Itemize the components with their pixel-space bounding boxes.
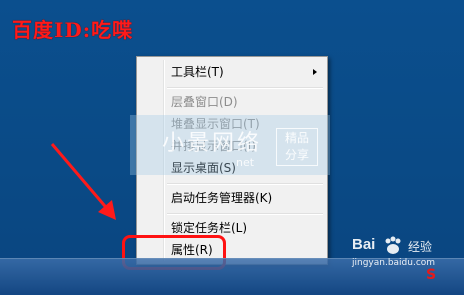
arrow-annotation-icon	[50, 143, 116, 220]
baidu-paw-icon	[385, 236, 401, 254]
baidu-url: jingyan.baidu.com	[352, 258, 436, 268]
menu-item-toolbars[interactable]: 工具栏(T)	[139, 61, 325, 83]
watermark-title: 百度ID:吃喋	[12, 18, 134, 42]
watermark-sub: net	[236, 156, 255, 169]
baidu-label: 经验	[408, 240, 433, 254]
watermark-brand: 小景网络	[162, 131, 263, 156]
menu-item-task-manager[interactable]: 启动任务管理器(K)	[139, 187, 325, 209]
menu-item-label: 层叠窗口(D)	[171, 95, 238, 109]
menu-item-label: 工具栏(T)	[171, 65, 224, 79]
menu-item-label: 锁定任务栏(L)	[171, 221, 248, 235]
menu-separator	[167, 183, 323, 185]
baidu-logo: Bai	[352, 236, 376, 253]
watermark-badge-line1: 精品	[284, 131, 309, 145]
menu-separator	[167, 87, 323, 89]
submenu-arrow-icon	[313, 69, 317, 75]
menu-item-label: 启动任务管理器(K)	[171, 191, 273, 205]
menu-item-cascade[interactable]: 层叠窗口(D)	[139, 91, 325, 113]
baidu-jingyan-watermark: Bai 经验 jingyan.baidu.com	[352, 236, 462, 272]
watermark-badge: 精品 分享	[276, 128, 318, 166]
menu-separator	[167, 213, 323, 215]
watermark-badge-line2: 分享	[284, 148, 309, 162]
